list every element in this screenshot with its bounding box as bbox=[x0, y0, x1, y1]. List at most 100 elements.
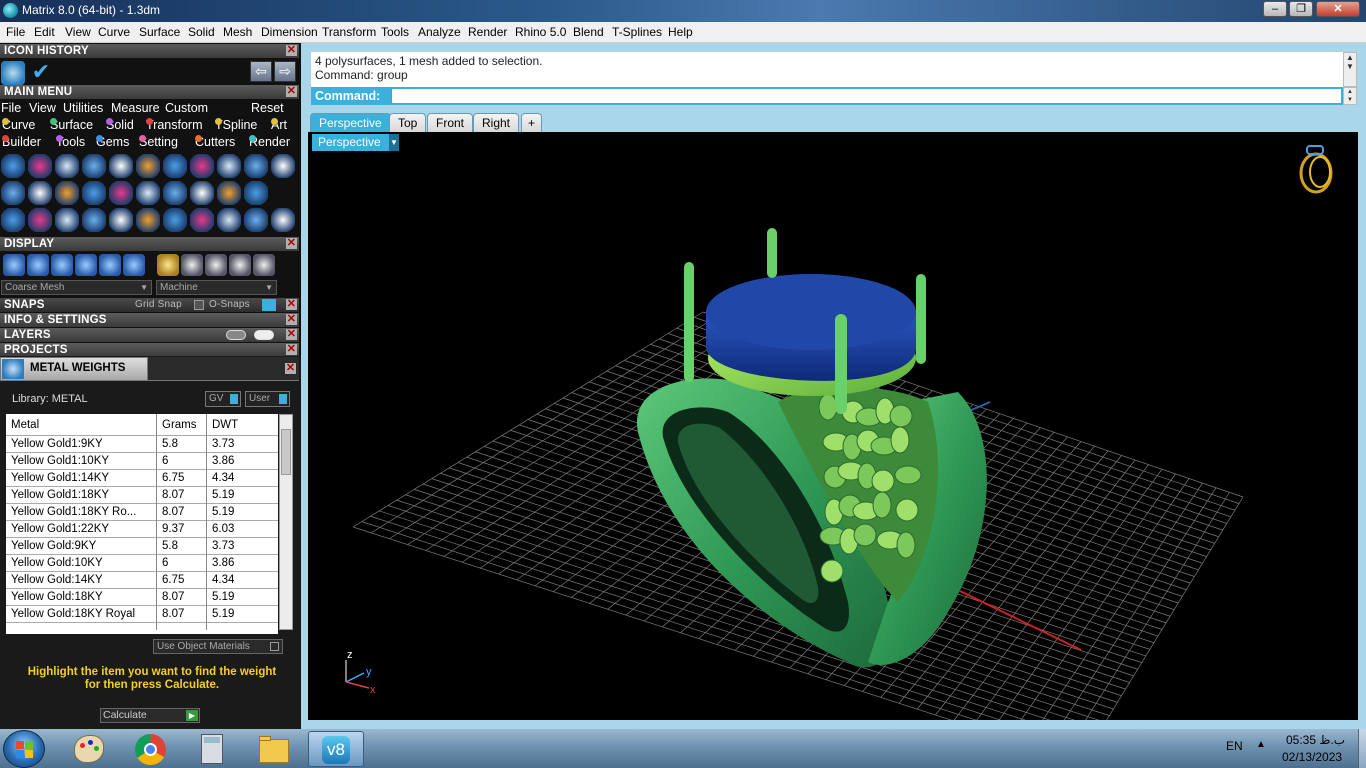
mm-view[interactable]: View bbox=[29, 101, 56, 115]
category-setting[interactable]: Setting bbox=[139, 135, 178, 149]
frame-tool-icon[interactable] bbox=[163, 154, 187, 178]
col-header-metal[interactable]: Metal bbox=[11, 419, 39, 431]
history-back-arrow-icon[interactable]: ⇦ bbox=[250, 61, 272, 82]
icon-history-header[interactable]: ICON HISTORY ✕ bbox=[0, 44, 299, 58]
rotate-tool-icon[interactable] bbox=[136, 208, 160, 232]
chrome-material-icon[interactable] bbox=[205, 254, 227, 276]
gem-tool-icon[interactable] bbox=[136, 154, 160, 178]
ring-thumbnail-icon[interactable] bbox=[1299, 145, 1333, 194]
menu-mesh[interactable]: Mesh bbox=[223, 25, 252, 39]
taskbar-matrix-button[interactable]: v8 bbox=[308, 731, 364, 767]
ghosted-view-icon[interactable] bbox=[27, 254, 49, 276]
col-header-grams[interactable]: Grams bbox=[162, 419, 197, 431]
category-cutters[interactable]: Cutters bbox=[195, 135, 235, 149]
rendered-view-icon[interactable] bbox=[75, 254, 97, 276]
gold-material-icon[interactable] bbox=[157, 254, 179, 276]
category-tools[interactable]: Tools bbox=[56, 135, 85, 149]
category-transform[interactable]: Transform bbox=[146, 118, 203, 132]
clock-date[interactable]: 02/13/2023 bbox=[1282, 750, 1342, 764]
table-scrollbar[interactable] bbox=[279, 414, 293, 630]
link-tool-icon[interactable] bbox=[190, 208, 214, 232]
dark-material-icon[interactable] bbox=[181, 254, 203, 276]
start-button[interactable] bbox=[3, 730, 45, 768]
tray-expand-icon[interactable]: ▲ bbox=[1256, 739, 1266, 750]
osnaps-toggle[interactable]: O-Snaps bbox=[209, 298, 250, 312]
clock-time[interactable]: 05:35 ب.ظ bbox=[1286, 733, 1345, 747]
grid-view-icon[interactable] bbox=[123, 254, 145, 276]
layers-lock-icon[interactable] bbox=[226, 330, 246, 340]
taskbar-chrome-icon[interactable] bbox=[123, 731, 179, 767]
circle-tool-icon[interactable] bbox=[1, 154, 25, 178]
category-builder[interactable]: Builder bbox=[2, 135, 41, 149]
table-row[interactable]: Yellow Gold1:18KY Ro... 8.07 5.19 bbox=[6, 504, 278, 521]
flare-tool-icon[interactable] bbox=[163, 208, 187, 232]
info-settings-close-icon[interactable]: ✕ bbox=[286, 314, 297, 325]
plus-tool-icon[interactable] bbox=[1, 181, 25, 205]
mm-measure[interactable]: Measure bbox=[111, 101, 160, 115]
use-object-materials-checkbox[interactable]: Use Object Materials bbox=[153, 639, 283, 654]
user-button[interactable]: User bbox=[245, 391, 290, 407]
spiral-tool-icon[interactable] bbox=[28, 154, 52, 178]
mm-file[interactable]: File bbox=[1, 101, 21, 115]
language-indicator[interactable]: EN bbox=[1226, 739, 1243, 753]
info-settings-header[interactable]: INFO & SETTINGS ✕ bbox=[0, 313, 299, 327]
snaps-header[interactable]: SNAPS Grid Snap O-Snaps ✕ bbox=[0, 298, 299, 312]
menu-analyze[interactable]: Analyze bbox=[418, 25, 461, 39]
main-menu-header[interactable]: MAIN MENU ✕ bbox=[0, 85, 299, 99]
pointer-tool-icon[interactable] bbox=[271, 154, 295, 178]
mm-reset[interactable]: Reset bbox=[251, 101, 284, 115]
wire-material-icon[interactable] bbox=[253, 254, 275, 276]
osnaps-checkbox[interactable] bbox=[194, 300, 204, 310]
category-solid[interactable]: Solid bbox=[106, 118, 134, 132]
layers-close-icon[interactable]: ✕ bbox=[286, 329, 297, 340]
category-art[interactable]: Art bbox=[271, 118, 287, 132]
snaps-settings-icon[interactable] bbox=[262, 299, 276, 311]
table-row[interactable]: Yellow Gold:9KY 5.8 3.73 bbox=[6, 538, 278, 555]
menu-blend[interactable]: Blend bbox=[573, 25, 604, 39]
category-tspline[interactable]: TSpline bbox=[215, 118, 257, 132]
steel-material-icon[interactable] bbox=[229, 254, 251, 276]
category-surface[interactable]: Surface bbox=[50, 118, 93, 132]
menu-curve[interactable]: Curve bbox=[98, 25, 130, 39]
category-render[interactable]: Render bbox=[249, 135, 290, 149]
table-row[interactable]: Yellow Gold1:9KY 5.8 3.73 bbox=[6, 436, 278, 453]
pattern-tool-icon[interactable] bbox=[163, 181, 187, 205]
table-row[interactable]: Yellow Gold:14KY 6.75 4.34 bbox=[6, 572, 278, 589]
grid-snap-toggle[interactable]: Grid Snap bbox=[135, 298, 182, 312]
category-gems[interactable]: Gems bbox=[96, 135, 129, 149]
shank-tool-icon[interactable] bbox=[82, 154, 106, 178]
split-tool-icon[interactable] bbox=[82, 208, 106, 232]
cup-tool-icon[interactable] bbox=[217, 154, 241, 178]
shield-tool-icon[interactable] bbox=[190, 154, 214, 178]
display-header[interactable]: DISPLAY ✕ bbox=[0, 237, 299, 251]
display-material-select[interactable]: Machine ▼ bbox=[156, 280, 277, 295]
category-curve[interactable]: Curve bbox=[2, 118, 35, 132]
gv-button[interactable]: GV bbox=[205, 391, 241, 407]
table-row[interactable]: Yellow Gold:18KY 8.07 5.19 bbox=[6, 589, 278, 606]
menu-rhino5[interactable]: Rhino 5.0 bbox=[515, 25, 566, 39]
menu-solid[interactable]: Solid bbox=[188, 25, 215, 39]
calculate-button[interactable]: Calculate ▶ bbox=[100, 708, 200, 723]
table-row[interactable]: Yellow Gold:18KY Royal 8.07 5.19 bbox=[6, 606, 278, 623]
projects-close-icon[interactable]: ✕ bbox=[286, 344, 297, 355]
bezel-tool-icon[interactable] bbox=[244, 154, 268, 178]
group-tool-icon[interactable] bbox=[136, 181, 160, 205]
table-scroll-thumb[interactable] bbox=[281, 429, 291, 475]
wireframe-view-icon[interactable] bbox=[3, 254, 25, 276]
metal-weights-tab[interactable]: METAL WEIGHTS bbox=[0, 357, 148, 381]
arc-tool-icon[interactable] bbox=[82, 181, 106, 205]
history-forward-arrow-icon[interactable]: ⇨ bbox=[274, 61, 296, 82]
ring-model[interactable] bbox=[637, 228, 987, 668]
scale-tool-icon[interactable] bbox=[109, 181, 133, 205]
tab-perspective[interactable]: Perspective bbox=[310, 113, 391, 132]
menu-render[interactable]: Render bbox=[468, 25, 507, 39]
table-row[interactable]: Yellow Gold:10KY 6 3.86 bbox=[6, 555, 278, 572]
command-spin[interactable]: ▲ ▼ bbox=[1343, 87, 1357, 105]
shaded-view-icon[interactable] bbox=[51, 254, 73, 276]
history-scrollbar[interactable]: ▲ ▼ bbox=[1343, 52, 1357, 87]
boxes-tool-icon[interactable] bbox=[1, 208, 25, 232]
layers-eye-icon[interactable] bbox=[254, 330, 274, 340]
minus-tool-icon[interactable] bbox=[55, 181, 79, 205]
snaps-close-icon[interactable]: ✕ bbox=[286, 299, 297, 310]
menu-help[interactable]: Help bbox=[668, 25, 693, 39]
